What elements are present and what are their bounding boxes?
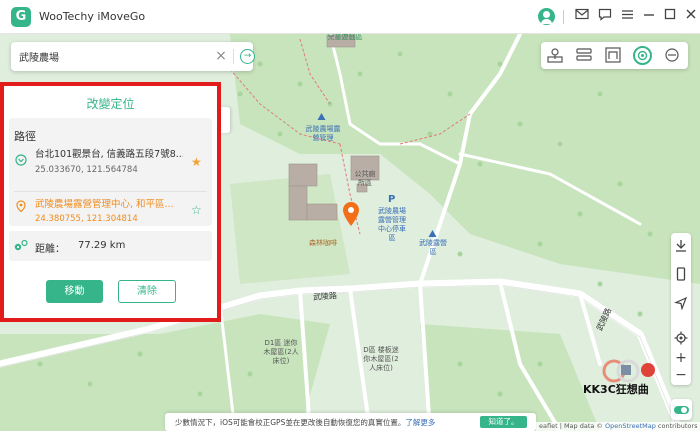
- watermark-logo-icon: [602, 359, 655, 383]
- app-logo-icon: G: [11, 7, 31, 27]
- attribution-prefix: eaflet | Map data ©: [539, 422, 606, 430]
- distance-icon: [14, 239, 28, 251]
- distance-box: 距離： 77.29 km: [9, 231, 212, 261]
- poi-camp-area: 武陵露營區: [419, 239, 447, 256]
- clear-button[interactable]: 清除: [118, 280, 176, 303]
- search-input[interactable]: [19, 49, 199, 64]
- parking-icon: P: [388, 194, 396, 205]
- origin-favorite-star-icon[interactable]: ★: [191, 156, 202, 168]
- poi-parking: 武陵農場露營管理中心停車區: [378, 207, 406, 242]
- locate-me-icon[interactable]: [674, 331, 688, 345]
- move-button[interactable]: 移動: [46, 280, 103, 303]
- feedback-icon[interactable]: [596, 8, 614, 26]
- watermark: KK3C狂想曲: [583, 357, 700, 399]
- osm-link[interactable]: OpenStreetMap: [605, 422, 656, 430]
- notice-dismiss-button[interactable]: 知道了。: [480, 416, 527, 428]
- maximize-icon[interactable]: [661, 8, 679, 26]
- zone-d: D區 楼板迷你木屋區(2人床位): [363, 346, 399, 372]
- clear-search-icon[interactable]: ×: [213, 48, 229, 64]
- title-bar: G WooTechy iMoveGo: [0, 0, 700, 34]
- mail-icon[interactable]: [573, 8, 591, 26]
- mode-toolbar: [541, 42, 688, 69]
- road-label-main: 武陵路: [312, 291, 338, 302]
- two-spot-mode-icon[interactable]: [574, 46, 594, 65]
- poi-playground: 兒童遊戲區: [327, 34, 363, 41]
- distance-label: 距離：: [35, 244, 65, 255]
- panel-title: 改變定位: [86, 97, 135, 111]
- import-icon[interactable]: [674, 239, 688, 253]
- multi-spot-mode-icon[interactable]: [603, 46, 623, 65]
- titlebar-divider: [563, 10, 564, 24]
- navigate-icon[interactable]: [674, 296, 688, 310]
- user-avatar-icon[interactable]: [538, 8, 555, 25]
- camp-tent-icon: [317, 113, 326, 120]
- route-box: 路徑 台北101觀景台, 信義路五段7號8... 25.033670, 121.…: [9, 118, 212, 226]
- search-go-icon[interactable]: →: [240, 49, 255, 64]
- attribution-suffix: contributors: [655, 422, 698, 430]
- distance-value: 77.29 km: [78, 240, 126, 251]
- location-mode-icon[interactable]: [633, 46, 652, 65]
- panel-collapse-handle[interactable]: [221, 107, 230, 133]
- poi-cafe: 森林咖啡: [309, 239, 337, 247]
- notice-text: 少數情況下，iOS可能會校正GPS並在更改後自動恢復您的真實位置。了解更多: [175, 417, 435, 428]
- poi-camp-management: 武陵農場露營管理: [305, 125, 341, 142]
- route-label: 路徑: [14, 130, 36, 143]
- destination-name: 武陵農場露營管理中心, 和平區...: [35, 199, 174, 210]
- watermark-text: KK3C狂想曲: [583, 383, 649, 396]
- map-attribution: eaflet | Map data © OpenStreetMap contri…: [536, 422, 700, 431]
- menu-icon[interactable]: [618, 8, 636, 26]
- learn-more-link[interactable]: 了解更多: [405, 418, 435, 427]
- minimize-icon[interactable]: [640, 8, 658, 26]
- teleport-mode-icon[interactable]: [545, 46, 565, 65]
- destination-pin-icon: [16, 200, 26, 212]
- origin-coords: 25.033670, 121.564784: [35, 165, 138, 175]
- route-divider: [14, 191, 207, 192]
- poi-toilet: 公共廁所區: [354, 170, 376, 187]
- origin-name: 台北101觀景台, 信義路五段7號8...: [35, 149, 183, 160]
- origin-icon: [15, 154, 27, 166]
- joystick-mode-icon[interactable]: [662, 46, 682, 65]
- notice-bar: 少數情況下，iOS可能會校正GPS並在更改後自動恢復您的真實位置。了解更多 知道…: [165, 413, 536, 431]
- search-divider: [233, 49, 234, 64]
- notice-message: 少數情況下，iOS可能會校正GPS並在更改後自動恢復您的真實位置。: [175, 418, 406, 427]
- destination-favorite-star-icon[interactable]: ☆: [191, 204, 202, 216]
- app-title: WooTechy iMoveGo: [39, 10, 146, 23]
- destination-coords: 24.380755, 121.304814: [35, 214, 138, 224]
- camp-area-tent-icon: [428, 230, 437, 237]
- map-layer-toggle[interactable]: [671, 399, 692, 420]
- device-icon[interactable]: [674, 267, 688, 281]
- close-icon[interactable]: [682, 8, 700, 26]
- zone-d1: D1區 迷你木屋區(2人床位): [263, 339, 299, 365]
- change-location-panel: 改變定位 路徑 台北101觀景台, 信義路五段7號8... 25.033670,…: [0, 82, 221, 322]
- location-pin-icon[interactable]: [342, 201, 360, 227]
- search-box: × →: [11, 42, 255, 71]
